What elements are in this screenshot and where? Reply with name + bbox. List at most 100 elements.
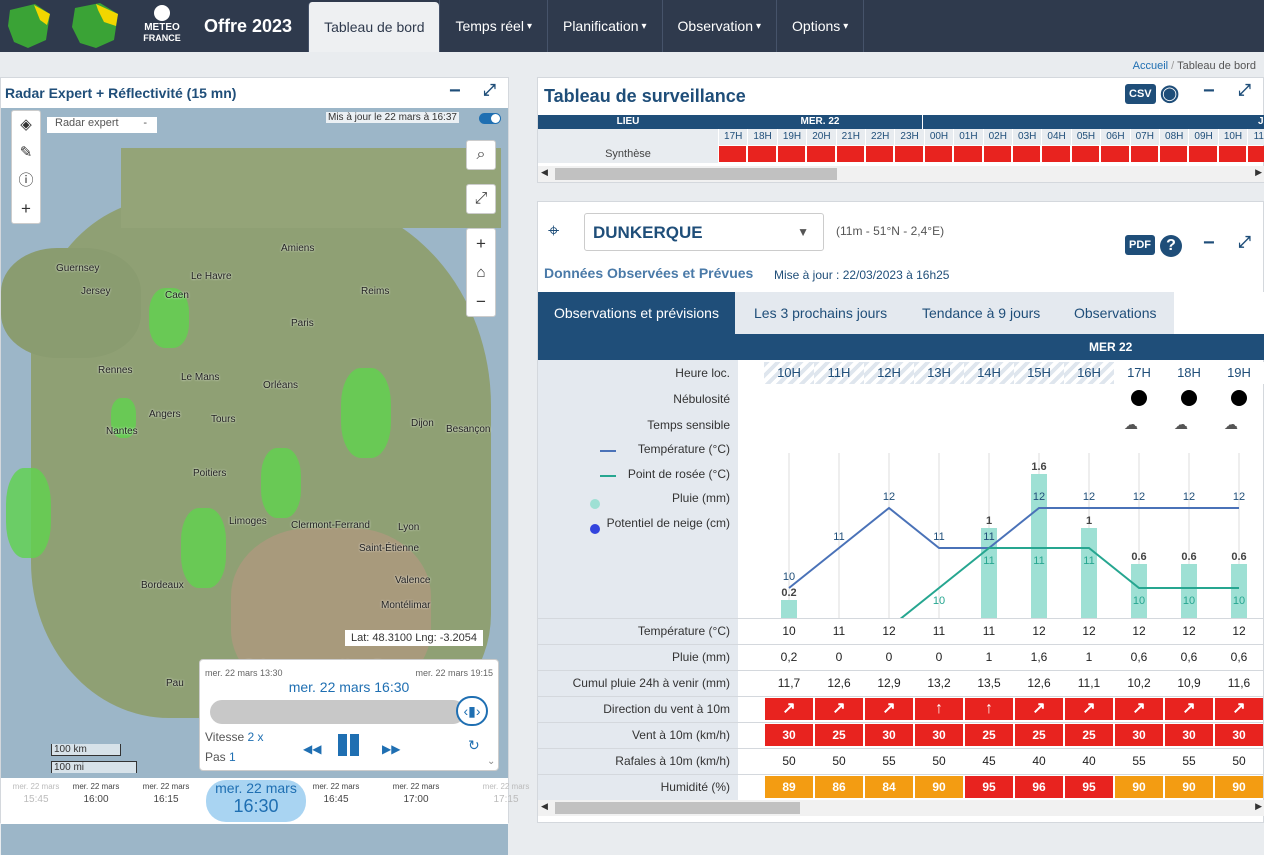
surv-hour: 20H	[806, 129, 835, 145]
timeline-tick[interactable]: mer. 22 mars 16:15	[131, 782, 201, 805]
eye-icon[interactable]: ◉	[1160, 80, 1179, 106]
pipette-icon[interactable]: ✎	[12, 139, 40, 167]
scroll-left-icon[interactable]: ◀	[541, 167, 548, 178]
data-cell: 25	[1015, 724, 1063, 746]
refresh-icon[interactable]: ↻	[468, 737, 480, 754]
scrollbar[interactable]: ◀ ▶	[538, 166, 1264, 182]
search-icon[interactable]: ⌕	[466, 140, 496, 170]
surv-cell[interactable]	[807, 146, 835, 162]
temp-point-label: 12	[883, 491, 895, 503]
forward-icon[interactable]: ▶▶	[382, 742, 400, 756]
slider-handle[interactable]: ‹▮›	[456, 696, 488, 726]
timeline[interactable]: mer. 22 mars 15:45 mer. 22 mars 16:00 mer. 2…	[1, 778, 529, 824]
rewind-icon[interactable]: ◀◀	[303, 742, 321, 756]
surv-cell[interactable]	[1218, 146, 1247, 162]
pdf-button[interactable]: PDF	[1125, 235, 1155, 255]
scrollbar[interactable]: ◀ ▶	[538, 800, 1264, 816]
layers-icon[interactable]: ◈	[12, 111, 40, 139]
info-icon[interactable]: ⓘ	[12, 167, 40, 195]
scroll-left-icon[interactable]: ◀	[541, 801, 548, 812]
surv-cell[interactable]	[1160, 146, 1188, 162]
station-name: DUNKERQUE	[593, 223, 703, 242]
rain-bar	[781, 600, 797, 618]
scroll-right-icon[interactable]: ▶	[1255, 167, 1262, 178]
help-icon[interactable]: ?	[1160, 235, 1182, 257]
city-label: Tours	[211, 414, 236, 425]
surv-cell[interactable]	[1101, 146, 1129, 162]
station-panel: ⌖ DUNKERQUE ▼ (11m - 51°N - 2,4°E) PDF ? …	[537, 201, 1264, 823]
layer-select[interactable]: Radar expert -	[47, 117, 157, 133]
surv-cell[interactable]	[1189, 146, 1217, 162]
surv-cell[interactable]	[924, 146, 953, 162]
pause-icon[interactable]	[338, 734, 360, 756]
plus-icon[interactable]: +	[12, 195, 40, 223]
station-tabs: Observations et prévisions Les 3 prochai…	[538, 292, 1264, 334]
surv-cell[interactable]	[983, 146, 1011, 162]
data-cell: 30	[765, 724, 813, 746]
timeline-current[interactable]: mer. 22 mars 16:30	[206, 780, 306, 822]
anim-current: mer. 22 mars 16:30	[288, 679, 410, 695]
city-label: Saint-Étienne	[359, 543, 420, 554]
nav-observation[interactable]: Observation ▾	[661, 0, 777, 52]
surv-cell[interactable]	[1248, 146, 1264, 162]
rain-cloud-icon: ☁	[1224, 416, 1238, 432]
city-label: Limoges	[229, 516, 267, 527]
timeline-tick[interactable]: mer. 22 mars 16:00	[61, 782, 131, 805]
tab-tendance-9-jours[interactable]: Tendance à 9 jours	[906, 292, 1056, 334]
scroll-right-icon[interactable]: ▶	[1255, 801, 1262, 812]
legend-label: Température (°C)	[637, 442, 730, 456]
zoom-out-icon[interactable]: −	[467, 287, 495, 316]
surv-cell[interactable]	[895, 146, 923, 162]
surv-cell[interactable]	[719, 146, 747, 162]
timeline-tick[interactable]: mer. 22 mars 17:00	[381, 782, 451, 805]
hour-cell: 17H	[1114, 362, 1164, 384]
data-cell: 11,1	[1077, 676, 1101, 690]
legend-label: Point de rosée (°C)	[627, 467, 730, 481]
surv-cell[interactable]	[777, 146, 806, 162]
surv-cell[interactable]	[1013, 146, 1041, 162]
tab-label: Observations et prévisions	[554, 305, 719, 321]
nav-tableau-de-bord[interactable]: Tableau de bord	[308, 2, 440, 52]
fullscreen-icon[interactable]: ⤢	[466, 184, 496, 214]
surv-cell[interactable]	[1130, 146, 1158, 162]
anim-end: mer. 22 mars 19:15	[415, 668, 493, 678]
step-value[interactable]: 1	[229, 750, 236, 764]
nav-temps-reel[interactable]: Temps réel ▾	[439, 0, 547, 52]
home-icon[interactable]: ⌂	[467, 258, 495, 287]
anim-slider[interactable]	[210, 700, 465, 724]
data-cell: 12,6	[1027, 676, 1051, 690]
surv-cell[interactable]	[954, 146, 982, 162]
day-label: MER 22	[1089, 340, 1133, 354]
update-toggle[interactable]	[479, 113, 501, 124]
anim-start: mer. 22 mars 13:30	[205, 668, 283, 678]
surv-hour: 23H	[894, 129, 923, 145]
nav-options[interactable]: Options ▾	[776, 0, 865, 52]
tab-observations-previsions[interactable]: Observations et prévisions	[538, 292, 735, 334]
surv-cell[interactable]	[1071, 146, 1100, 162]
surv-cell[interactable]	[866, 146, 894, 162]
surv-cell[interactable]	[836, 146, 864, 162]
chevron-down-icon[interactable]: ⌄	[487, 756, 495, 767]
speed-value[interactable]: 2 x	[247, 730, 263, 744]
minimize-icon[interactable]: −	[1203, 232, 1215, 255]
expand-icon[interactable]: ⤢	[483, 82, 496, 100]
tick-date: mer. 22 mars	[72, 782, 120, 791]
surv-cell[interactable]	[1042, 146, 1070, 162]
timeline-tick[interactable]: mer. 22 mars 17:15	[471, 782, 541, 805]
rain-bar	[1081, 528, 1097, 618]
radar-panel: Radar Expert + Réflectivité (15 mn) − ⤢ …	[0, 77, 529, 855]
tab-3-jours[interactable]: Les 3 prochains jours	[738, 292, 903, 334]
expand-icon[interactable]: ⤢	[1238, 234, 1251, 252]
surv-cell[interactable]	[748, 146, 776, 162]
breadcrumb-home-link[interactable]: Accueil	[1133, 60, 1168, 72]
tab-observations[interactable]: Observations	[1058, 292, 1172, 334]
expand-icon[interactable]: ⤢	[1238, 82, 1251, 100]
station-select[interactable]: DUNKERQUE ▼	[584, 213, 824, 251]
nav-planification[interactable]: Planification ▾	[546, 0, 662, 52]
minimize-icon[interactable]: −	[449, 80, 461, 103]
zoom-in-icon[interactable]: +	[467, 229, 495, 258]
minimize-icon[interactable]: −	[1203, 80, 1215, 103]
data-cell: 89	[765, 776, 813, 798]
csv-button[interactable]: CSV	[1125, 84, 1156, 104]
timeline-tick[interactable]: mer. 22 mars 16:45	[301, 782, 371, 805]
